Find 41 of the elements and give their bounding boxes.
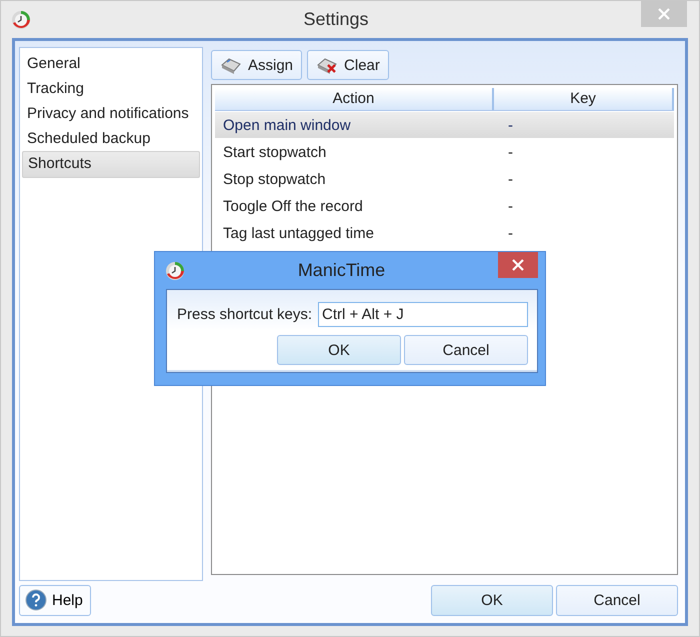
sidebar-item[interactable]: General	[22, 51, 200, 76]
table-cell-text: -	[507, 170, 514, 188]
app-logo-icon	[11, 10, 31, 30]
ok-button[interactable]: OK	[431, 584, 553, 616]
table-cell-text: -	[507, 144, 514, 160]
table-row[interactable]: Open main window -	[215, 112, 674, 138]
dialog-title: ManicTime	[296, 260, 386, 281]
table-cell-text: Stop stopwatch	[222, 170, 327, 188]
close-button[interactable]	[498, 252, 538, 278]
column-header[interactable]: Key	[494, 88, 674, 110]
cancel-button[interactable]: Cancel	[556, 584, 678, 616]
cancel-button[interactable]: Cancel	[404, 335, 528, 365]
help-button[interactable]: Help	[19, 584, 91, 616]
table-cell-text: -	[507, 198, 514, 214]
sidebar-item[interactable]: Scheduled backup	[22, 126, 200, 151]
shortcut-field[interactable]: Ctrl + Alt + J	[318, 302, 528, 327]
close-icon	[512, 259, 524, 271]
window-title: Settings	[302, 9, 370, 30]
sidebar-item[interactable]: Shortcuts	[22, 151, 200, 178]
help-icon	[25, 589, 47, 611]
column-header[interactable]: Action	[215, 88, 494, 110]
close-icon	[658, 8, 670, 20]
field-label: Press shortcut keys:	[177, 306, 312, 323]
sidebar-item[interactable]: Privacy and notifications	[22, 101, 200, 126]
clear-button[interactable]: Clear	[307, 50, 389, 80]
ok-button[interactable]: OK	[277, 335, 401, 365]
dialog-logo-icon	[165, 260, 185, 280]
table-cell-text: Open main window	[222, 116, 352, 134]
table-cell-text: Tag last untagged time	[222, 224, 375, 242]
assign-button[interactable]: Assign	[211, 50, 302, 80]
table-cell-text: -	[507, 224, 514, 242]
table-row[interactable]: Tag last untagged time -	[215, 220, 674, 246]
table-cell-text: -	[507, 116, 514, 134]
table-row[interactable]: Stop stopwatch -	[215, 166, 674, 192]
table-cell-text: Toogle Off the record	[222, 198, 364, 214]
sidebar-item[interactable]: Tracking	[22, 76, 200, 101]
key-icon	[220, 56, 242, 74]
table-row[interactable]: Toogle Off the record -	[215, 193, 674, 219]
table-cell-text: Start stopwatch	[222, 144, 328, 160]
table-row[interactable]: Start stopwatch -	[215, 139, 674, 165]
key-delete-icon	[316, 56, 338, 74]
